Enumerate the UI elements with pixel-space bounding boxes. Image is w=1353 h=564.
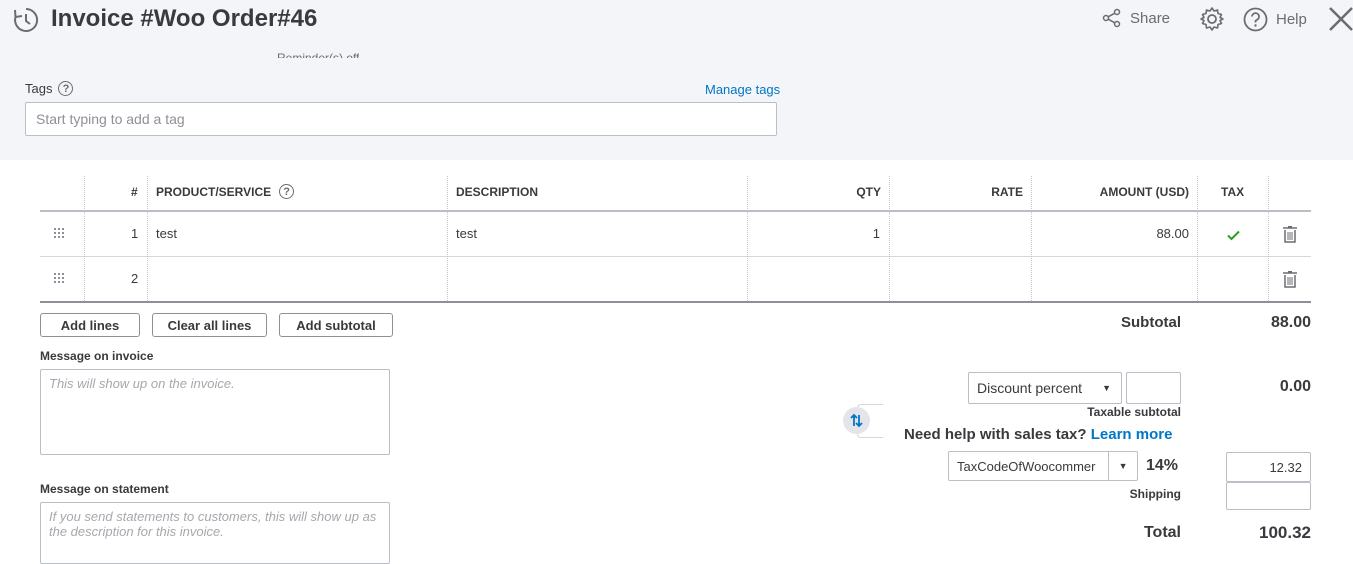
tags-label-group: Tags ? xyxy=(25,81,74,96)
sales-tax-help: Need help with sales tax? Learn more xyxy=(904,426,1172,443)
help-label: Help xyxy=(1276,11,1307,28)
delete-row-icon[interactable] xyxy=(1283,271,1297,288)
discount-input[interactable] xyxy=(1126,372,1181,404)
row-divider xyxy=(40,256,1311,257)
drag-handle-icon[interactable] xyxy=(54,273,66,285)
row-qty[interactable]: 1 xyxy=(873,226,880,241)
col-divider xyxy=(747,176,748,301)
product-help-icon[interactable]: ? xyxy=(279,184,295,199)
tax-check-icon[interactable] xyxy=(1227,230,1240,241)
col-header-tax: TAX xyxy=(1221,185,1245,199)
page-title: Invoice #Woo Order#46 xyxy=(51,5,318,32)
help-icon xyxy=(1243,7,1268,32)
reminder-status: Reminder(s) off xyxy=(277,51,360,58)
row-description[interactable]: test xyxy=(456,226,477,241)
chevron-down-icon: ▼ xyxy=(1108,451,1137,481)
row-amount[interactable]: 88.00 xyxy=(1156,226,1189,241)
manage-tags-link[interactable]: Manage tags xyxy=(705,82,780,97)
message-invoice-input[interactable] xyxy=(40,369,390,455)
col-header-product-group: PRODUCT/SERVICE ? xyxy=(156,184,295,199)
col-header-amount: AMOUNT (USD) xyxy=(1099,185,1189,199)
close-icon[interactable] xyxy=(1328,6,1353,32)
discount-value: 0.00 xyxy=(1279,378,1311,395)
col-header-description: DESCRIPTION xyxy=(456,185,539,199)
message-statement-label: Message on statement xyxy=(40,482,169,496)
tags-label: Tags xyxy=(25,81,53,96)
tax-amount-input[interactable] xyxy=(1226,452,1311,482)
share-label: Share xyxy=(1130,9,1171,27)
subtotal-label: Subtotal xyxy=(1121,314,1181,331)
total-label: Total xyxy=(1143,524,1181,541)
share-icon xyxy=(1102,8,1121,28)
tax-code-value: TaxCodeOfWoocommer xyxy=(957,458,1096,474)
col-divider xyxy=(1031,176,1032,301)
tax-rate: 14% xyxy=(1146,457,1179,474)
subtotal-value: 88.00 xyxy=(1270,314,1311,331)
col-divider xyxy=(84,176,85,301)
swap-arrows-icon xyxy=(850,413,863,428)
table-bottom-divider xyxy=(40,301,1311,303)
table-header-divider xyxy=(40,210,1311,212)
row-product[interactable]: test xyxy=(156,226,177,241)
col-divider xyxy=(1268,176,1269,301)
col-header-number: # xyxy=(131,185,138,199)
delete-row-icon[interactable] xyxy=(1283,226,1297,243)
discount-type-select[interactable]: Discount percent ▼ xyxy=(968,372,1122,404)
clear-all-lines-button[interactable]: Clear all lines xyxy=(152,313,267,337)
row-number: 1 xyxy=(131,226,139,241)
message-statement-input[interactable] xyxy=(40,502,390,564)
col-divider xyxy=(889,176,890,301)
taxable-subtotal-label: Taxable subtotal xyxy=(1087,405,1181,419)
drag-handle-icon[interactable] xyxy=(54,228,66,240)
chevron-down-icon: ▼ xyxy=(1102,383,1111,393)
help-button[interactable]: Help xyxy=(1243,7,1307,32)
add-lines-button[interactable]: Add lines xyxy=(40,313,140,337)
add-subtotal-button[interactable]: Add subtotal xyxy=(279,313,393,337)
col-divider xyxy=(1197,176,1198,301)
shipping-input[interactable] xyxy=(1226,482,1311,510)
col-divider xyxy=(447,176,448,301)
share-button[interactable]: Share xyxy=(1102,8,1170,28)
message-invoice-label: Message on invoice xyxy=(40,349,154,363)
gear-icon[interactable] xyxy=(1199,6,1225,32)
col-header-rate: RATE xyxy=(991,185,1023,199)
discount-type-value: Discount percent xyxy=(977,380,1083,396)
sales-tax-help-text: Need help with sales tax? xyxy=(904,426,1087,443)
col-header-qty: QTY xyxy=(856,185,881,199)
row-number: 2 xyxy=(131,271,139,286)
tax-code-select[interactable]: TaxCodeOfWoocommer ▼ xyxy=(948,451,1138,481)
col-divider xyxy=(147,176,148,301)
shipping-label: Shipping xyxy=(1129,487,1181,501)
recent-transactions-icon[interactable] xyxy=(12,6,40,34)
swap-order-button[interactable] xyxy=(843,407,870,434)
col-header-product: PRODUCT/SERVICE xyxy=(156,184,272,199)
learn-more-link[interactable]: Learn more xyxy=(1091,426,1173,443)
tags-help-icon[interactable]: ? xyxy=(58,81,74,96)
tags-input[interactable] xyxy=(25,102,777,136)
total-value: 100.32 xyxy=(1259,523,1311,542)
